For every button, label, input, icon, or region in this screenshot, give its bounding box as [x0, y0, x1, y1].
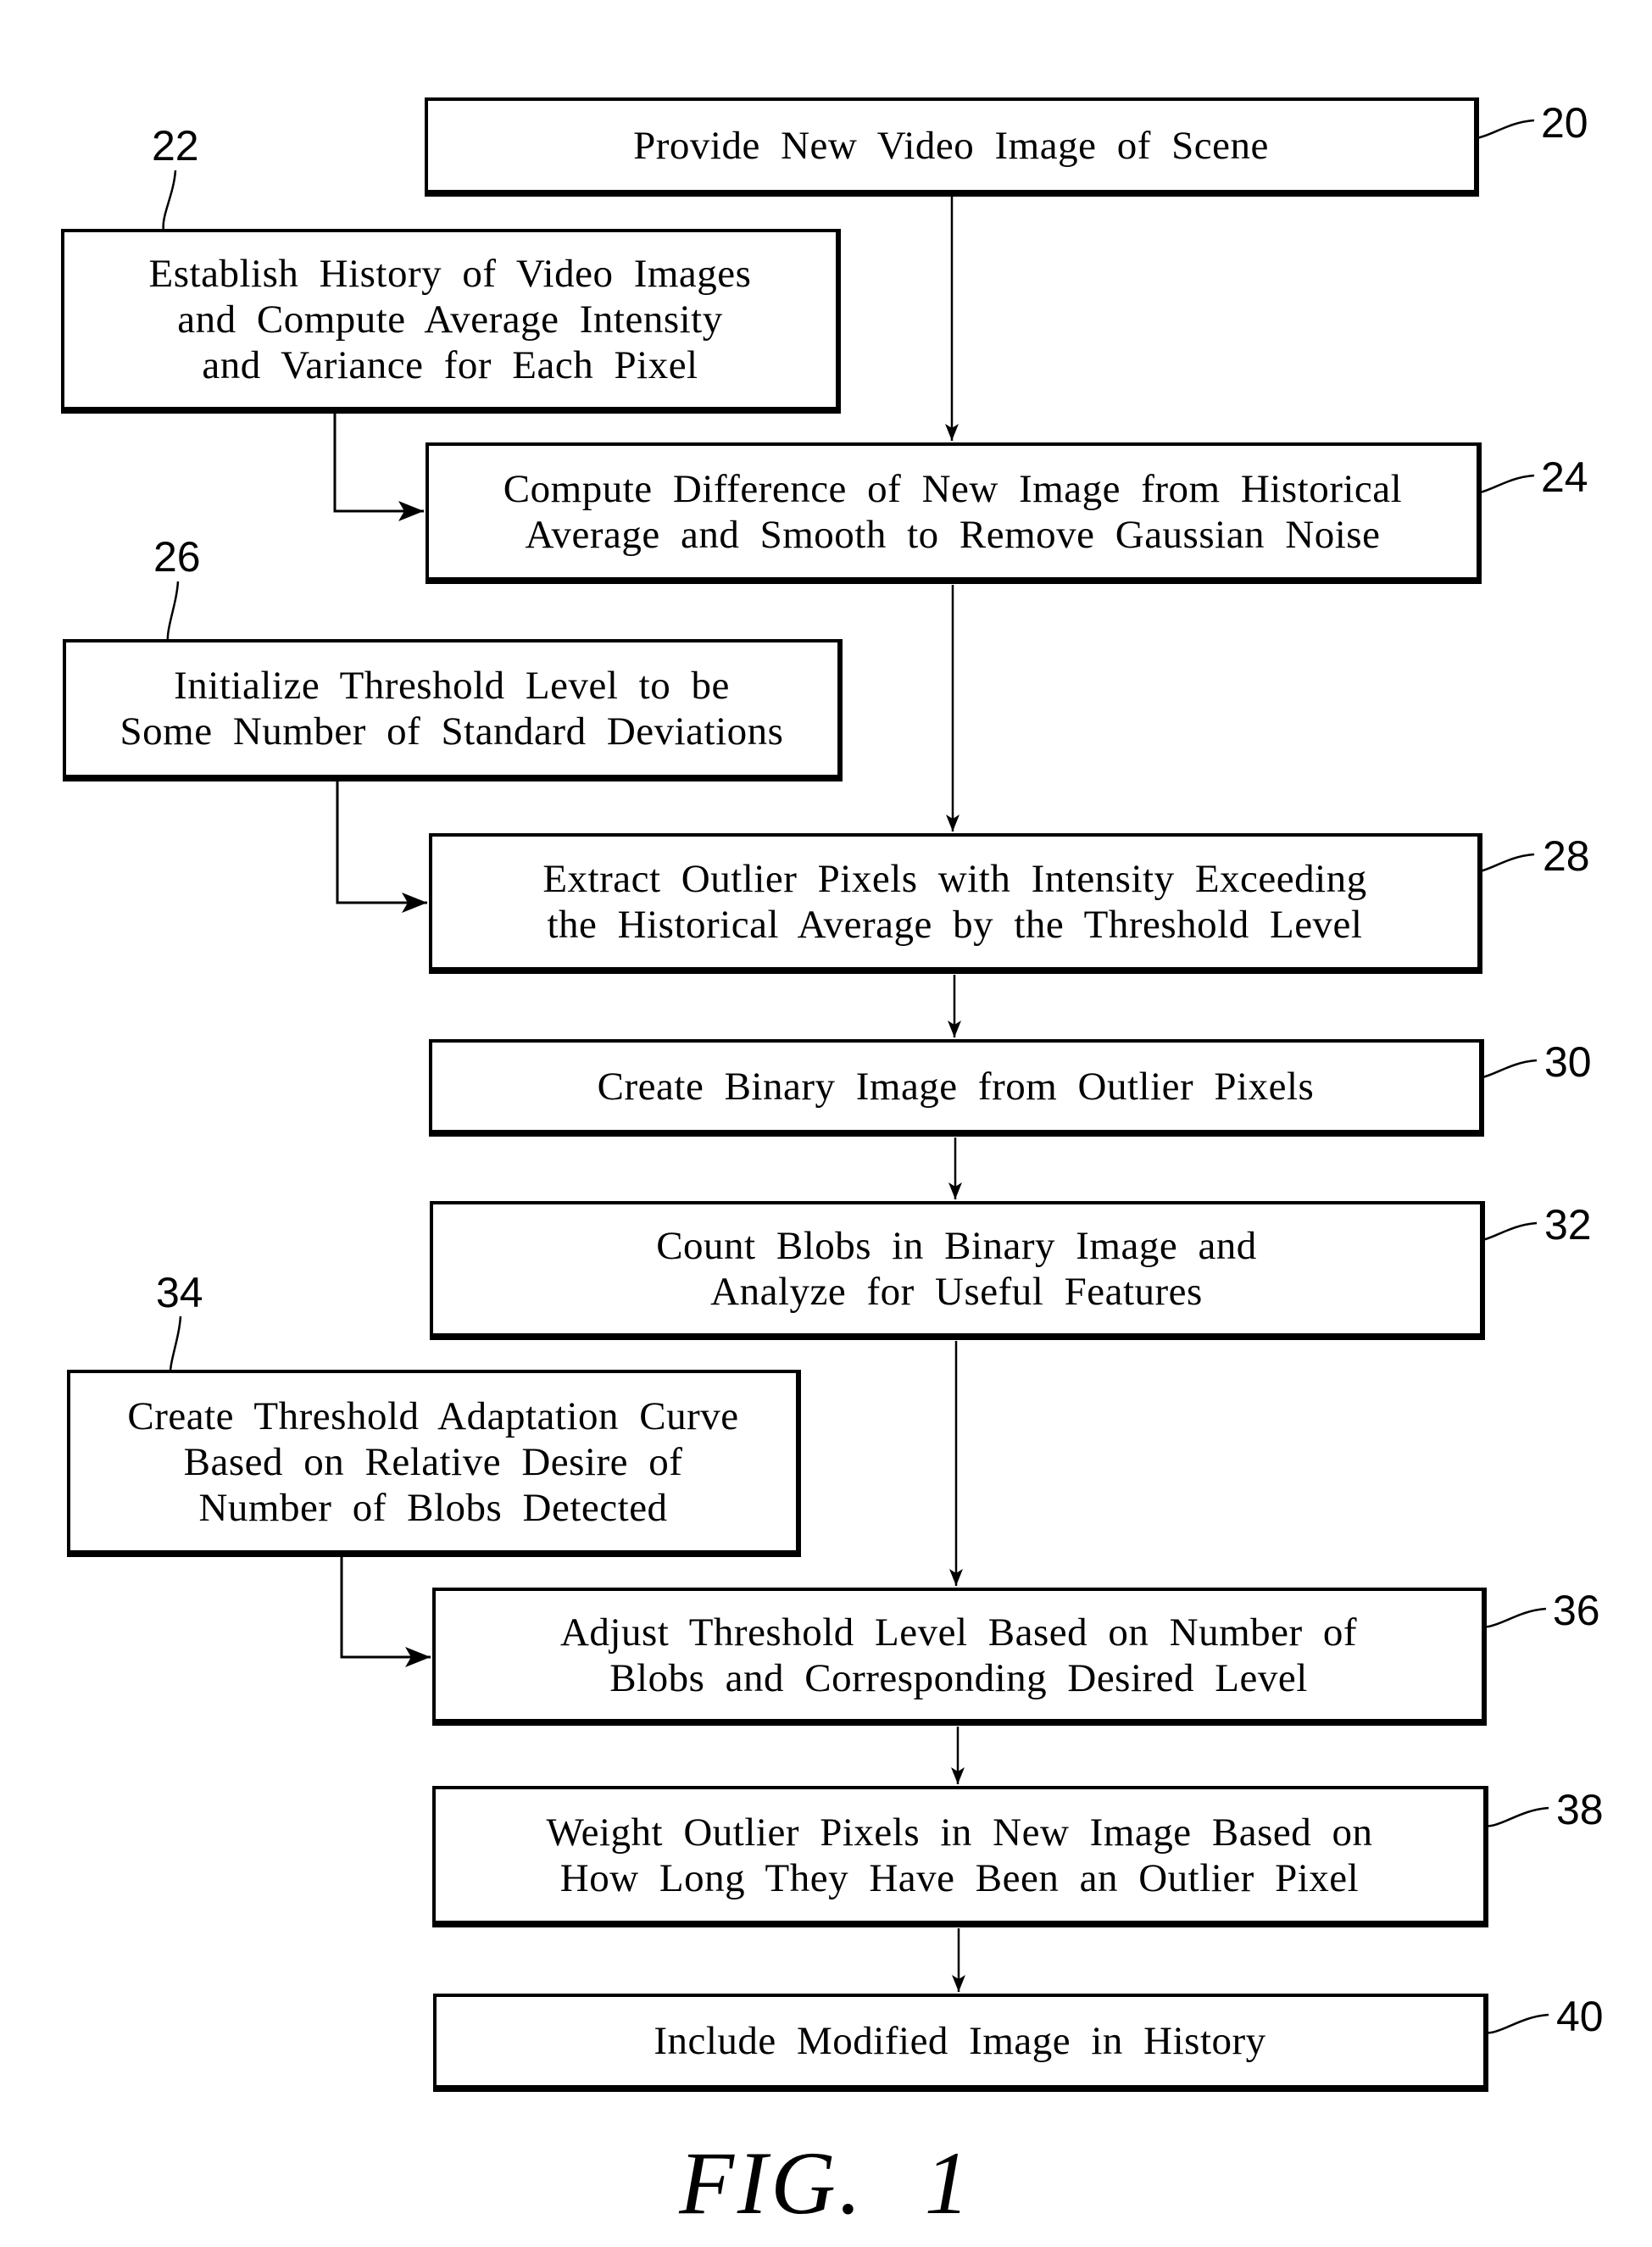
step-34-text: Create Threshold Adaptation Curve Based …: [127, 1393, 739, 1530]
step-20-text: Provide New Video Image of Scene: [633, 123, 1269, 168]
step-24-text: Compute Difference of New Image from His…: [503, 466, 1403, 557]
step-34-box: Create Threshold Adaptation Curve Based …: [67, 1370, 801, 1557]
ref-label-38: 38: [1556, 1786, 1604, 1833]
ref-label-26: 26: [153, 533, 201, 581]
ref-label-40: 40: [1556, 1993, 1604, 2040]
step-32-text: Count Blobs in Binary Image and Analyze …: [656, 1224, 1257, 1314]
ref-label-30: 30: [1544, 1038, 1592, 1086]
ref-label-32: 32: [1544, 1201, 1592, 1249]
arrow-22-to-24: [333, 414, 424, 521]
step-22-text: Establish History of Video Images and Co…: [148, 252, 752, 387]
arrow-34-to-36: [340, 1556, 431, 1667]
ref-label-22: 22: [152, 122, 199, 170]
ref-label-20: 20: [1541, 99, 1588, 147]
step-36-box: Adjust Threshold Level Based on Number o…: [432, 1588, 1487, 1726]
step-32-box: Count Blobs in Binary Image and Analyze …: [430, 1201, 1485, 1340]
arrow-26-to-28: [336, 781, 427, 913]
ref-label-34: 34: [156, 1269, 203, 1316]
step-26-text: Initialize Threshold Level to be Some Nu…: [120, 664, 784, 754]
ref-label-28: 28: [1543, 832, 1590, 880]
ref-label-36: 36: [1553, 1587, 1600, 1634]
step-36-text: Adjust Threshold Level Based on Number o…: [559, 1610, 1358, 1700]
step-26-box: Initialize Threshold Level to be Some Nu…: [63, 639, 843, 781]
step-24-box: Compute Difference of New Image from His…: [426, 442, 1482, 584]
step-40-text: Include Modified Image in History: [654, 2019, 1266, 2063]
figure-caption: FIG. 1: [679, 2133, 973, 2233]
step-38-text: Weight Outlier Pixels in New Image Based…: [546, 1810, 1373, 1900]
step-22-box: Establish History of Video Images and Co…: [61, 229, 841, 414]
step-38-box: Weight Outlier Pixels in New Image Based…: [432, 1786, 1488, 1927]
step-28-box: Extract Outlier Pixels with Intensity Ex…: [429, 833, 1482, 974]
step-20-box: Provide New Video Image of Scene: [425, 97, 1479, 197]
step-30-text: Create Binary Image from Outlier Pixels: [597, 1064, 1315, 1109]
step-40-box: Include Modified Image in History: [433, 1994, 1488, 2092]
flowchart-figure: Provide New Video Image of Scene Establi…: [0, 0, 1652, 2247]
step-30-box: Create Binary Image from Outlier Pixels: [429, 1039, 1484, 1137]
ref-label-24: 24: [1541, 453, 1588, 501]
step-28-text: Extract Outlier Pixels with Intensity Ex…: [542, 857, 1367, 947]
